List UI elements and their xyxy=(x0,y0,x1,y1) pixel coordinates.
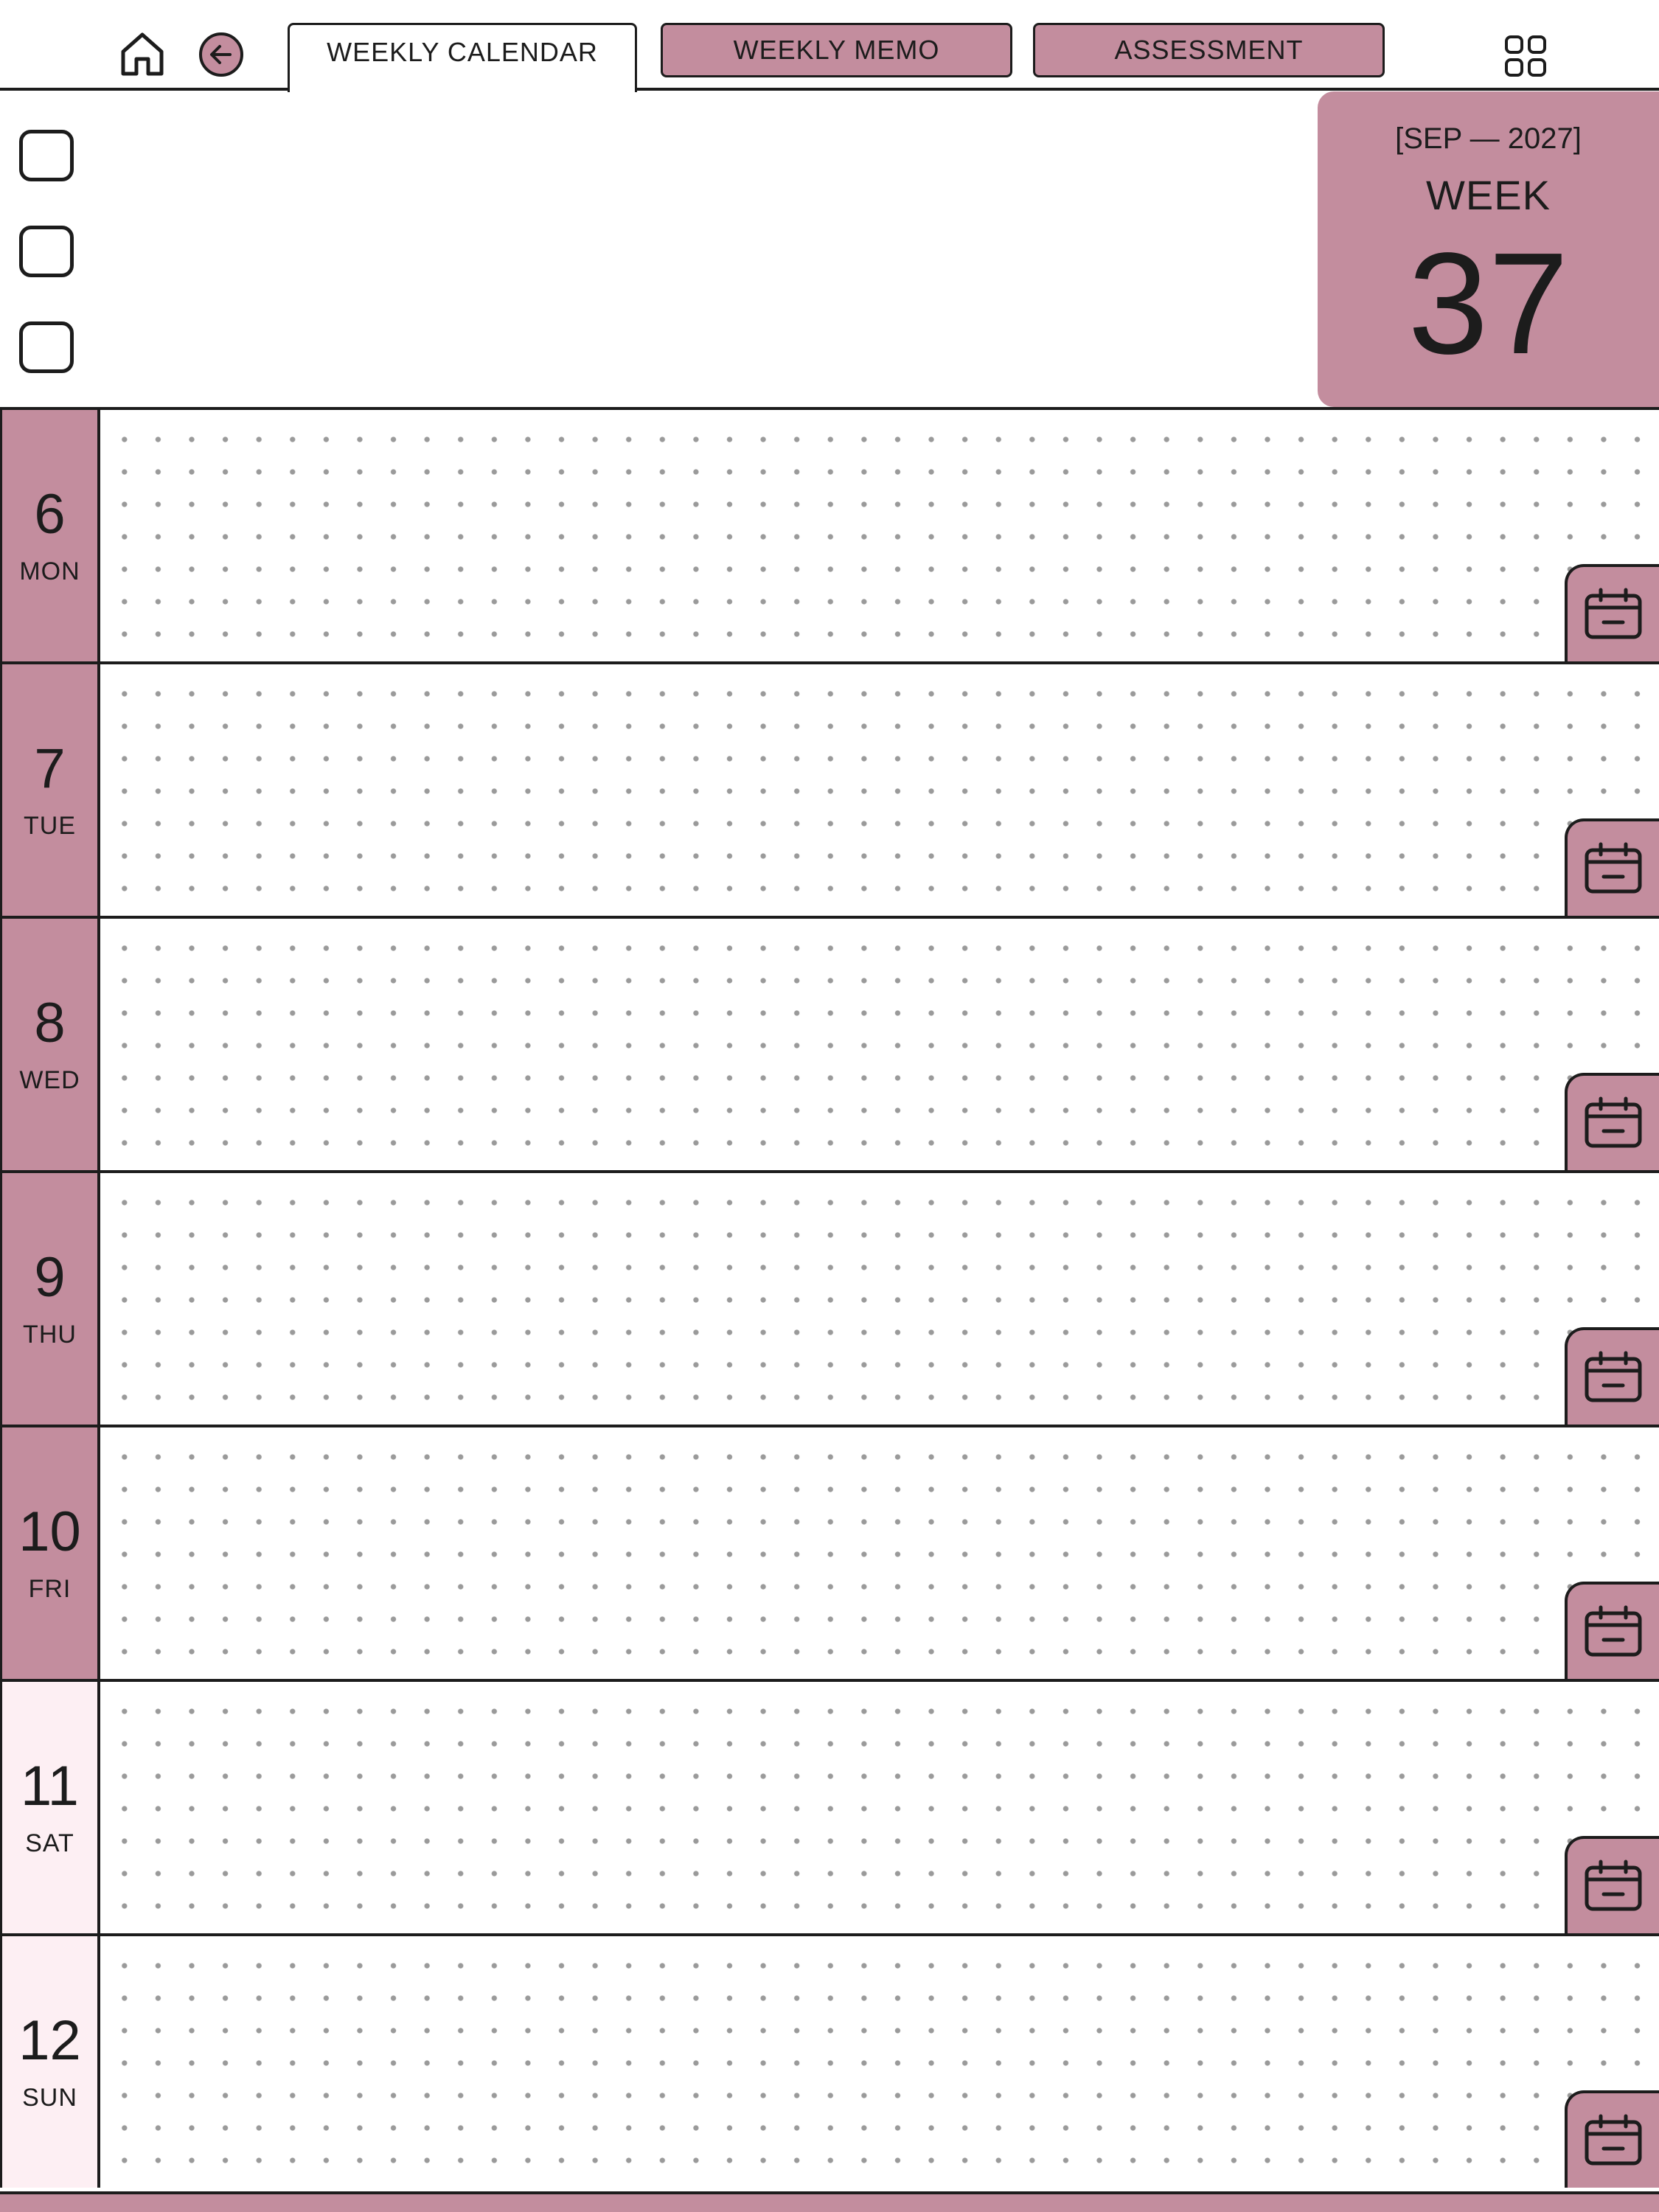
home-icon xyxy=(121,32,164,76)
week-card: [SEP — 2027] WEEK 37 xyxy=(1318,91,1659,407)
day-row-mon: 6 MON xyxy=(0,407,1659,661)
day-name: SAT xyxy=(25,1829,74,1857)
day-label: 9 THU xyxy=(0,1173,100,1425)
dot-grid xyxy=(100,1173,1659,1425)
day-name: SUN xyxy=(22,2084,77,2112)
calendar-icon xyxy=(1585,1096,1642,1148)
bottom-bar xyxy=(0,2191,1659,2212)
tab-weekly-memo[interactable]: WEEKLY MEMO xyxy=(661,23,1012,77)
day-number: 8 xyxy=(34,992,66,1054)
task-checkbox-2[interactable] xyxy=(19,226,74,277)
calendar-icon xyxy=(1585,2114,1642,2166)
day-calendar-button[interactable] xyxy=(1565,2090,1659,2188)
day-label: 8 WED xyxy=(0,919,100,1170)
day-number: 6 xyxy=(34,483,66,546)
day-row-thu: 9 THU xyxy=(0,1170,1659,1425)
day-name: FRI xyxy=(28,1575,72,1603)
day-number: 7 xyxy=(34,737,66,800)
nav-divider-left xyxy=(0,88,289,91)
menu-button[interactable] xyxy=(1500,31,1551,81)
day-calendar-button[interactable] xyxy=(1565,818,1659,916)
calendar-icon xyxy=(1585,588,1642,639)
day-notes-area[interactable] xyxy=(100,919,1659,1170)
calendar-icon xyxy=(1585,1605,1642,1657)
dot-grid xyxy=(100,410,1659,661)
week-number: 37 xyxy=(1408,223,1569,384)
day-name: THU xyxy=(23,1321,77,1349)
day-calendar-button[interactable] xyxy=(1565,564,1659,661)
day-name: WED xyxy=(19,1066,80,1094)
week-date-range: [SEP — 2027] xyxy=(1395,122,1582,155)
day-calendar-button[interactable] xyxy=(1565,1327,1659,1425)
day-list: 6 MON 7 TUE 8 WED 9 THU 10 FRI 11 SAT 12… xyxy=(0,407,1659,2188)
day-row-wed: 8 WED xyxy=(0,916,1659,1170)
grid-icon xyxy=(1505,35,1546,77)
day-row-sun: 12 SUN xyxy=(0,1933,1659,2188)
day-row-tue: 7 TUE xyxy=(0,661,1659,916)
day-label: 10 FRI xyxy=(0,1427,100,1679)
dot-grid xyxy=(100,1936,1659,2188)
day-row-sat: 11 SAT xyxy=(0,1679,1659,1933)
tab-assessment[interactable]: ASSESSMENT xyxy=(1033,23,1385,77)
day-notes-area[interactable] xyxy=(100,664,1659,916)
tab-weekly-calendar[interactable]: WEEKLY CALENDAR xyxy=(288,23,637,92)
day-notes-area[interactable] xyxy=(100,410,1659,661)
top-navigation: WEEKLY CALENDAR WEEKLY MEMO ASSESSMENT xyxy=(0,0,1659,92)
task-checkbox-3[interactable] xyxy=(19,321,74,373)
day-label: 11 SAT xyxy=(0,1682,100,1933)
day-notes-area[interactable] xyxy=(100,1427,1659,1679)
task-checkbox-1[interactable] xyxy=(19,130,74,181)
day-name: MON xyxy=(19,557,80,585)
dot-grid xyxy=(100,1682,1659,1933)
day-name: TUE xyxy=(24,812,76,840)
dot-grid xyxy=(100,1427,1659,1679)
week-label: WEEK xyxy=(1426,172,1551,218)
day-number: 11 xyxy=(21,1755,79,1818)
day-calendar-button[interactable] xyxy=(1565,1073,1659,1170)
home-button[interactable] xyxy=(114,28,170,81)
calendar-icon xyxy=(1585,1860,1642,1911)
day-calendar-button[interactable] xyxy=(1565,1582,1659,1679)
day-label: 6 MON xyxy=(0,410,100,661)
calendar-icon xyxy=(1585,842,1642,894)
day-label: 7 TUE xyxy=(0,664,100,916)
back-button[interactable] xyxy=(198,31,245,78)
day-calendar-button[interactable] xyxy=(1565,1836,1659,1933)
dot-grid xyxy=(100,919,1659,1170)
day-number: 12 xyxy=(18,2009,81,2072)
day-notes-area[interactable] xyxy=(100,1936,1659,2188)
dot-grid xyxy=(100,664,1659,916)
calendar-icon xyxy=(1585,1351,1642,1402)
day-notes-area[interactable] xyxy=(100,1173,1659,1425)
day-label: 12 SUN xyxy=(0,1936,100,2188)
arrow-left-icon xyxy=(199,32,243,77)
day-row-fri: 10 FRI xyxy=(0,1425,1659,1679)
day-number: 9 xyxy=(34,1246,66,1309)
day-notes-area[interactable] xyxy=(100,1682,1659,1933)
day-number: 10 xyxy=(18,1500,81,1563)
nav-divider-right xyxy=(635,88,1659,91)
